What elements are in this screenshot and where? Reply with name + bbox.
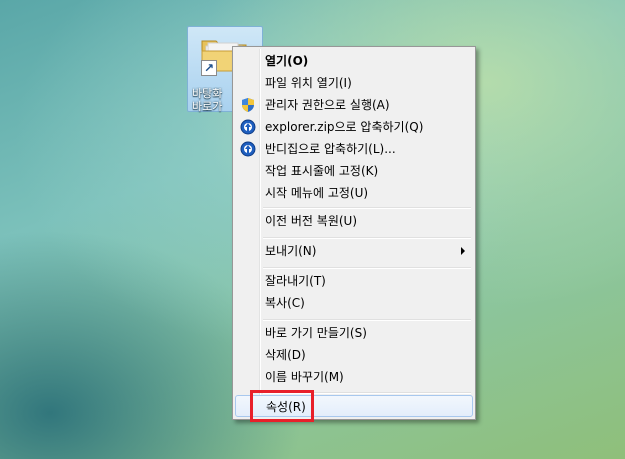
menu-item-copy[interactable]: 복사(C) <box>235 292 473 314</box>
menu-item-pin-start-menu[interactable]: 시작 메뉴에 고정(U) <box>235 182 473 204</box>
menu-item-send-to[interactable]: 보내기(N) <box>235 240 473 262</box>
menu-item-label: 이름 바꾸기(M) <box>265 370 344 384</box>
menu-item-open[interactable]: 열기(O) <box>235 50 473 72</box>
menu-item-label: 바로 가기 만들기(S) <box>265 326 367 340</box>
menu-item-compress-explorer-zip[interactable]: explorer.zip으로 압축하기(Q) <box>235 116 473 138</box>
menu-item-label: 이전 버전 복원(U) <box>265 214 358 228</box>
compress-icon <box>240 119 256 135</box>
menu-item-label: 삭제(D) <box>265 348 306 362</box>
menu-item-label: 관리자 권한으로 실행(A) <box>265 98 390 112</box>
menu-separator <box>263 207 471 209</box>
annotation-highlight-box <box>250 390 314 422</box>
menu-separator <box>263 267 471 269</box>
menu-item-label: 파일 위치 열기(I) <box>265 76 352 90</box>
uac-shield-icon <box>242 98 254 112</box>
menu-item-pin-taskbar[interactable]: 작업 표시줄에 고정(K) <box>235 160 473 182</box>
menu-item-label: 반디집으로 압축하기(L)... <box>265 142 396 156</box>
menu-item-run-as-admin[interactable]: 관리자 권한으로 실행(A) <box>235 94 473 116</box>
menu-item-restore-previous-versions[interactable]: 이전 버전 복원(U) <box>235 210 473 232</box>
menu-item-open-file-location[interactable]: 파일 위치 열기(I) <box>235 72 473 94</box>
menu-item-create-shortcut[interactable]: 바로 가기 만들기(S) <box>235 322 473 344</box>
menu-item-label: 보내기(N) <box>265 244 317 258</box>
compress-icon <box>240 141 256 157</box>
menu-item-label: 열기(O) <box>265 54 309 68</box>
menu-item-label: 작업 표시줄에 고정(K) <box>265 164 379 178</box>
menu-item-delete[interactable]: 삭제(D) <box>235 344 473 366</box>
shortcut-arrow-icon: ↗ <box>201 60 217 76</box>
submenu-arrow-icon <box>461 247 465 255</box>
menu-item-label: 복사(C) <box>265 296 305 310</box>
menu-item-label: 잘라내기(T) <box>265 274 326 288</box>
menu-item-rename[interactable]: 이름 바꾸기(M) <box>235 366 473 388</box>
menu-item-label: explorer.zip으로 압축하기(Q) <box>265 120 424 134</box>
context-menu: 열기(O) 파일 위치 열기(I) 관리자 권한으로 실행(A) explore… <box>232 46 476 420</box>
menu-item-cut[interactable]: 잘라내기(T) <box>235 270 473 292</box>
menu-separator <box>263 237 471 239</box>
menu-separator <box>263 319 471 321</box>
menu-item-compress-bandizip[interactable]: 반디집으로 압축하기(L)... <box>235 138 473 160</box>
menu-item-label: 시작 메뉴에 고정(U) <box>265 186 369 200</box>
